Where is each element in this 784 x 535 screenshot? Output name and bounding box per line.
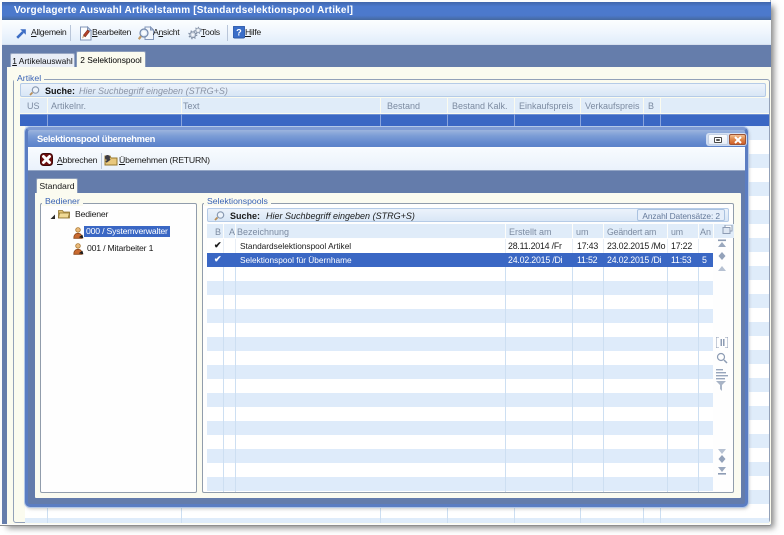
- svg-text:?: ?: [236, 27, 242, 37]
